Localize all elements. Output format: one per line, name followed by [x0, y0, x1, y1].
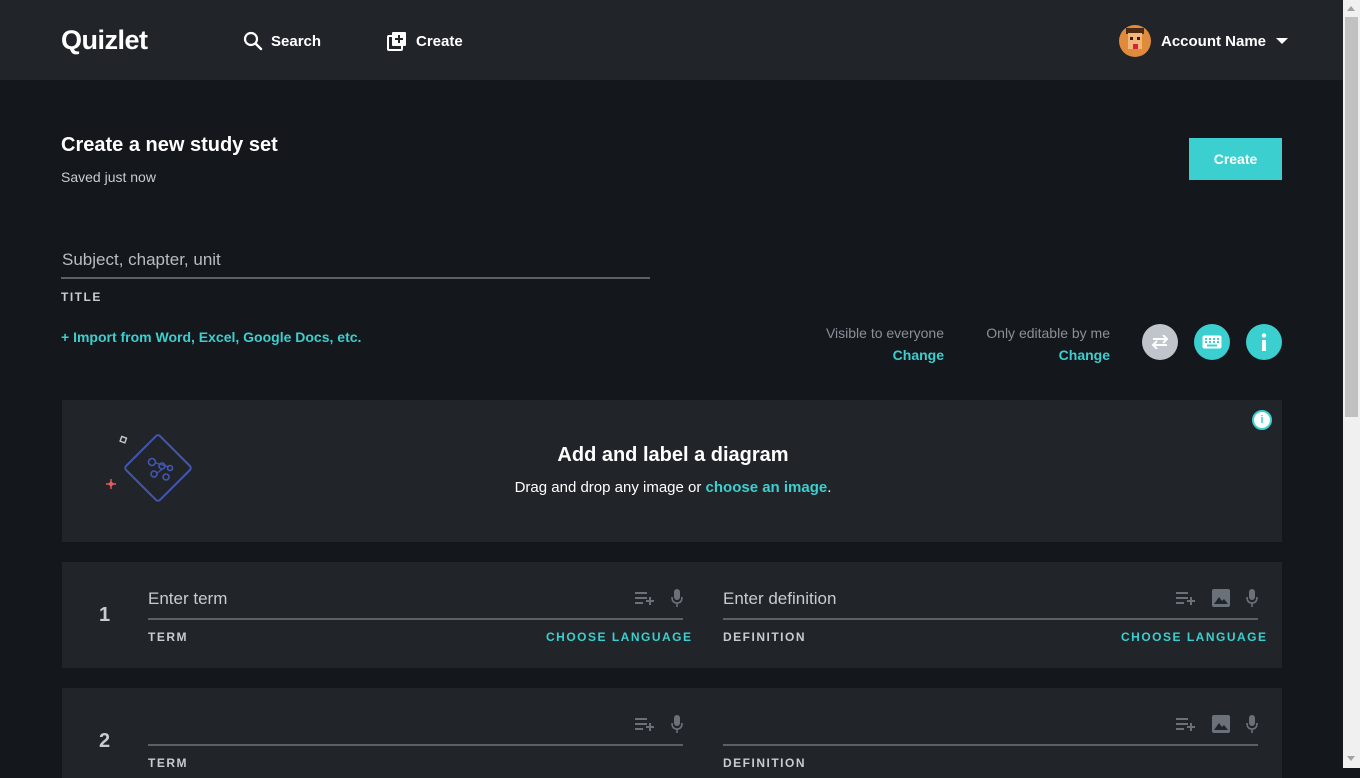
title-input[interactable]: [61, 243, 650, 279]
edit-setting: Only editable by me Change: [960, 325, 1110, 363]
add-to-list-icon[interactable]: [635, 717, 655, 731]
chevron-down-icon: [1276, 37, 1289, 45]
title-label: TITLE: [61, 290, 102, 304]
add-set-icon: [387, 31, 408, 51]
swap-terms-button[interactable]: [1142, 324, 1178, 360]
definition-input[interactable]: [723, 587, 1163, 611]
import-link[interactable]: + Import from Word, Excel, Google Docs, …: [61, 329, 361, 345]
definition-label: DEFINITION: [723, 630, 806, 644]
add-to-list-icon[interactable]: [1176, 591, 1196, 605]
term-field: [148, 688, 683, 746]
definition-input[interactable]: [723, 713, 1163, 737]
add-to-list-icon[interactable]: [635, 591, 655, 605]
visibility-change-link[interactable]: Change: [800, 347, 944, 363]
diagram-instructions-end: .: [827, 479, 832, 496]
term-label: TERM: [148, 630, 188, 644]
top-navigation-bar: Quizlet Search Create Account Name: [0, 0, 1343, 80]
avatar: [1119, 25, 1151, 57]
visibility-label: Visible to everyone: [825, 325, 944, 341]
scroll-down-arrow-icon[interactable]: [1347, 756, 1355, 761]
diagram-instructions-text: Drag and drop any image or: [514, 479, 706, 496]
term-input[interactable]: [148, 713, 588, 737]
image-icon[interactable]: [1212, 589, 1230, 607]
search-label: Search: [271, 32, 322, 50]
info-button[interactable]: [1246, 324, 1282, 360]
microphone-icon[interactable]: [671, 715, 683, 733]
card-number: 1: [99, 604, 111, 626]
create-set-button[interactable]: Create: [1189, 138, 1282, 180]
create-label: Create: [416, 32, 463, 50]
diagram-instructions: Drag and drop any image or choose an ima…: [19, 479, 1327, 496]
swap-icon: [1151, 335, 1169, 349]
choose-image-link[interactable]: choose an image: [706, 479, 828, 496]
diagram-title: Add and label a diagram: [557, 444, 789, 466]
keyboard-shortcuts-button[interactable]: [1194, 324, 1230, 360]
search-nav-button[interactable]: Search: [243, 28, 321, 54]
microphone-icon[interactable]: [1246, 715, 1258, 733]
edit-change-link[interactable]: Change: [960, 347, 1110, 363]
image-icon[interactable]: [1212, 715, 1230, 733]
saved-status: Saved just now: [61, 169, 156, 185]
microphone-icon[interactable]: [1246, 589, 1258, 607]
diagram-upload-area[interactable]: Add and label a diagram Drag and drop an…: [62, 400, 1282, 542]
term-card: 1 TERM CHOOSE LANGUAGE DEFINITION CHOOSE…: [62, 562, 1282, 668]
microphone-icon[interactable]: [671, 589, 683, 607]
term-field: [148, 562, 683, 620]
page-title: Create a new study set: [61, 134, 278, 156]
scrollbar-thumb[interactable]: [1345, 17, 1358, 417]
keyboard-icon: [1202, 335, 1222, 349]
account-menu[interactable]: Account Name: [1119, 25, 1289, 57]
page-scrollbar[interactable]: [1343, 0, 1360, 768]
info-icon: [1261, 333, 1267, 351]
term-input[interactable]: [148, 587, 588, 611]
diagram-info-icon[interactable]: i: [1252, 410, 1272, 430]
add-to-list-icon[interactable]: [1176, 717, 1196, 731]
account-name: Account Name: [1161, 32, 1267, 50]
definition-choose-language[interactable]: CHOOSE LANGUAGE: [1121, 630, 1268, 644]
term-card: 2 TERM DEFINITION: [62, 688, 1282, 778]
quizlet-logo[interactable]: Quizlet: [61, 25, 148, 56]
visibility-setting: Visible to everyone Change: [800, 325, 944, 363]
edit-label: Only editable by me: [986, 325, 1110, 341]
definition-field: [723, 562, 1258, 620]
create-nav-button[interactable]: Create: [387, 28, 463, 54]
card-number: 2: [99, 730, 111, 752]
scroll-up-arrow-icon[interactable]: [1347, 6, 1355, 11]
definition-field: [723, 688, 1258, 746]
search-icon: [243, 31, 263, 51]
term-choose-language[interactable]: CHOOSE LANGUAGE: [546, 630, 693, 644]
